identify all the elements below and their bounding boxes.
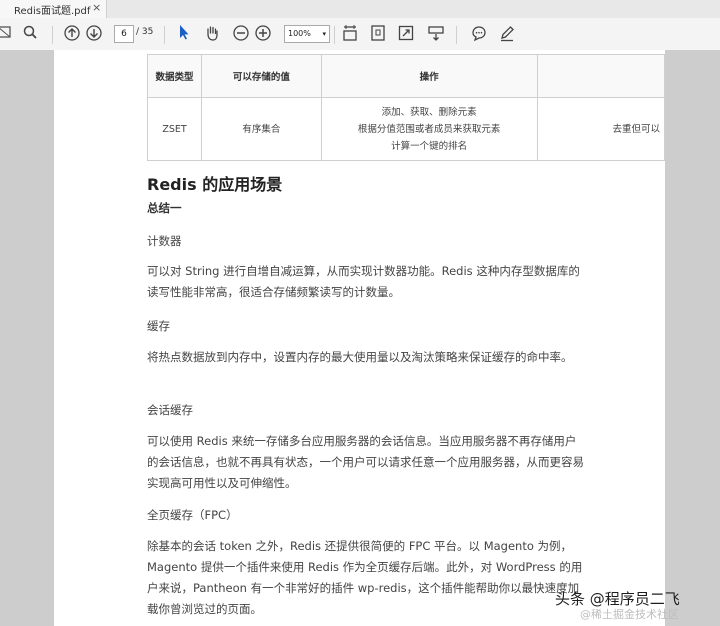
search-icon[interactable] [20,24,40,44]
comment-icon[interactable] [469,24,489,44]
table-header: 数据类型 [146,54,203,98]
subheading: 缓存 [147,319,170,333]
fit-width-icon[interactable] [340,24,360,44]
tab-bar: Redis面试题.pdf × [0,0,720,19]
table-cell: 去重但可以 [536,97,665,161]
subheading: 会话缓存 [147,403,193,417]
table-cell: 添加、获取、删除元素 根据分值范围或者成员来获取元素 计算一个键的排名 [320,97,538,161]
header-text: 可以存储的值 [232,72,290,83]
right-gutter [665,50,720,626]
cell-line: 添加、获取、删除元素 [381,106,477,118]
toolbar-divider [456,26,457,44]
paragraph: 可以使用 Redis 来统一存储多台应用服务器的会话信息。当应用服务器不再存储用… [147,434,584,490]
select-cursor-icon[interactable] [174,24,194,44]
tab-title: Redis面试题.pdf [14,6,91,17]
chevron-down-icon: ▾ [322,30,326,38]
close-icon[interactable]: × [92,1,101,14]
document-page: 数据类型 可以存储的值 操作 ZSET 有序集合 添加、获取、删除元素 根据分值… [54,50,665,626]
table-row: ZSET 有序集合 添加、获取、删除元素 根据分值范围或者成员来获取元素 计算一… [146,97,665,161]
table-cell: 有序集合 [201,97,322,161]
pen-icon[interactable] [497,24,517,44]
panel-icon[interactable] [0,24,14,44]
cell-text: 有序集合 [242,123,281,135]
page-number-input[interactable]: 6 [114,25,134,43]
table-header [536,54,665,98]
cell-line: 根据分值范围或者成员来获取元素 [357,123,501,135]
previous-page-icon[interactable] [62,24,82,44]
subheading: 全页缓存（FPC） [147,508,238,522]
toolbar-divider [334,26,335,44]
data-type-table: 数据类型 可以存储的值 操作 ZSET 有序集合 添加、获取、删除元素 根据分值… [146,54,665,161]
page-total: / 35 [136,27,154,37]
hand-tool-icon[interactable] [202,24,222,44]
subheading: 计数器 [147,234,182,248]
table-header: 可以存储的值 [201,54,322,98]
toolbar-divider [164,26,165,44]
scroll-mode-icon[interactable] [426,24,446,44]
table-cell: ZSET [146,97,203,161]
table-header: 操作 [320,54,538,98]
next-page-icon[interactable] [84,24,104,44]
header-text: 数据类型 [155,72,194,83]
watermark-sub: @稀土掘金技术社区 [580,608,679,621]
fit-page-icon[interactable] [368,24,388,44]
paragraph: 将热点数据放到内存中，设置内存的最大使用量以及淘汰策略来保证缓存的命中率。 [147,350,573,364]
toolbar-divider [52,26,53,44]
left-gutter [0,50,54,626]
summary-label: 总结一 [147,201,182,215]
zoom-select[interactable]: 100% ▾ [284,25,330,43]
zoom-in-icon[interactable] [253,24,273,44]
toolbar: 6 / 35 100% ▾ [0,18,720,51]
section-heading: Redis 的应用场景 [147,175,283,194]
cell-line: 计算一个键的排名 [391,140,468,152]
zoom-value: 100% [288,29,311,38]
paragraph: 除基本的会话 token 之外，Redis 还提供很简便的 FPC 平台。以 M… [147,539,583,616]
zoom-out-icon[interactable] [231,24,251,44]
fullscreen-icon[interactable] [396,24,416,44]
cell-text: ZSET [162,123,187,135]
table-header-row: 数据类型 可以存储的值 操作 [146,54,665,98]
cell-text: 去重但可以 [612,123,660,135]
paragraph: 可以对 String 进行自增自减运算，从而实现计数器功能。Redis 这种内存… [147,264,580,299]
document-tab[interactable]: Redis面试题.pdf × [0,0,107,18]
header-text: 操作 [419,72,439,83]
